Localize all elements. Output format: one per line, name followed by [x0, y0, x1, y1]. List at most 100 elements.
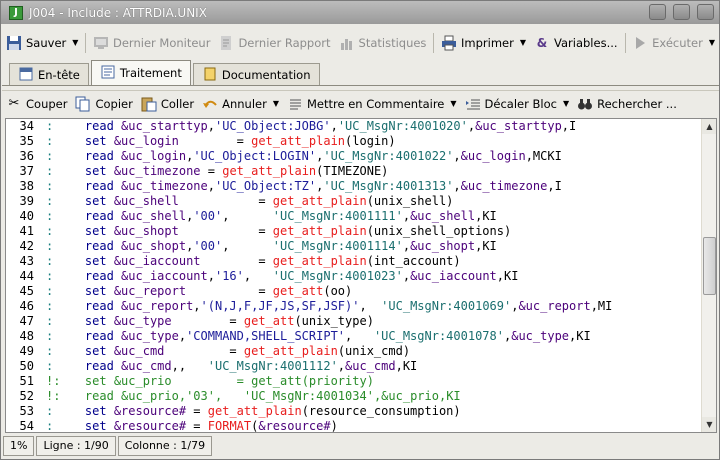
line-marker: : — [46, 194, 54, 208]
code-line[interactable]: 50: read &uc_cmd,, 'UC_MsgNr:4001112',&u… — [6, 359, 701, 374]
column-status: Colonne : 1/79 — [117, 436, 213, 456]
code-line[interactable]: 35: set &uc_login = get_att_plain(login) — [6, 134, 701, 149]
line-number: 38 — [19, 179, 34, 193]
main-toolbar: Sauver ▼ Dernier Moniteur Dernier Rappor… — [2, 29, 719, 56]
print-button[interactable]: Imprimer ▼ — [437, 32, 530, 54]
tab-header[interactable]: En-tête — [9, 63, 89, 85]
line-text: set &resource# = FORMAT(&resource#) — [84, 419, 338, 433]
vertical-scrollbar[interactable]: ▲ ▼ — [701, 119, 716, 432]
line-text: set &uc_iaccount = get_att_plain(int_acc… — [84, 254, 461, 268]
code-line[interactable]: 39: set &uc_shell = get_att_plain(unix_s… — [6, 194, 701, 209]
statistics-button[interactable]: Statistiques — [335, 32, 431, 54]
last-report-button[interactable]: Dernier Rapport — [214, 32, 334, 54]
line-text: read &uc_shopt,'00', 'UC_MsgNr:4001114',… — [84, 239, 497, 253]
code-line[interactable]: 42: read &uc_shopt,'00', 'UC_MsgNr:40011… — [6, 239, 701, 254]
code-line[interactable]: 54: set &resource# = FORMAT(&resource#) — [6, 419, 701, 433]
code-line[interactable]: 53: set &resource# = get_att_plain(resou… — [6, 404, 701, 419]
code-line[interactable]: 44: read &uc_iaccount,'16', 'UC_MsgNr:40… — [6, 269, 701, 284]
chevron-down-icon[interactable]: ▼ — [709, 38, 715, 47]
chevron-down-icon[interactable]: ▼ — [72, 38, 78, 47]
paste-button[interactable]: Coller — [137, 93, 198, 115]
code-line[interactable]: 43: set &uc_iaccount = get_att_plain(int… — [6, 254, 701, 269]
line-number: 42 — [19, 239, 34, 253]
cut-button[interactable]: ✂ Couper — [2, 93, 71, 115]
code-line[interactable]: 34: read &uc_starttyp,'UC_Object:JOBG','… — [6, 119, 701, 134]
minimize-button[interactable] — [649, 4, 666, 20]
line-text: read &uc_login,'UC_Object:LOGIN','UC_Msg… — [84, 149, 562, 163]
close-button[interactable] — [697, 4, 714, 20]
save-button[interactable]: Sauver ▼ — [2, 32, 82, 54]
code-line[interactable]: 47: set &uc_type = get_att(unix_type) — [6, 314, 701, 329]
line-text: read &uc_timezone,'UC_Object:TZ','UC_Msg… — [84, 179, 562, 193]
title-bar[interactable]: J J004 - Include : ATTRDIA.UNIX — [1, 1, 719, 24]
line-text: read &uc_iaccount,'16', 'UC_MsgNr:400102… — [84, 269, 519, 283]
play-icon — [632, 35, 648, 51]
scissors-icon: ✂ — [8, 95, 20, 111]
line-number: 47 — [19, 314, 34, 328]
scroll-up-icon[interactable]: ▲ — [702, 119, 716, 134]
variables-icon: & — [536, 35, 548, 50]
chevron-down-icon[interactable]: ▼ — [520, 38, 526, 47]
toolbar-divider — [624, 32, 626, 53]
statistics-label: Statistiques — [358, 35, 427, 50]
code-line[interactable]: 40: read &uc_shell,'00', 'UC_MsgNr:40011… — [6, 209, 701, 224]
execute-button[interactable]: Exécuter ▼ — [628, 32, 719, 54]
script-editor[interactable]: 34: read &uc_starttyp,'UC_Object:JOBG','… — [5, 118, 717, 433]
line-text: set &resource# = get_att_plain(resource_… — [84, 404, 461, 418]
shift-block-button[interactable]: Décaler Bloc ▼ — [461, 93, 574, 115]
line-number: 35 — [19, 134, 34, 148]
chevron-down-icon[interactable]: ▼ — [563, 99, 569, 108]
comment-button[interactable]: Mettre en Commentaire ▼ — [283, 93, 461, 115]
line-text: set &uc_timezone = get_att_plain(TIMEZON… — [84, 164, 389, 178]
tab-documentation[interactable]: Documentation — [192, 63, 320, 85]
code-line[interactable]: 45: set &uc_report = get_att(oo) — [6, 284, 701, 299]
documentation-icon — [202, 67, 218, 83]
window-title: J004 - Include : ATTRDIA.UNIX — [29, 5, 207, 20]
code-line[interactable]: 48: read &uc_type,'COMMAND,SHELL_SCRIPT'… — [6, 329, 701, 344]
line-number: 49 — [19, 344, 34, 358]
line-text: read &uc_starttyp,'UC_Object:JOBG','UC_M… — [84, 119, 577, 133]
line-number: 52 — [19, 389, 34, 403]
monitor-icon — [93, 35, 109, 51]
indent-icon — [465, 96, 481, 112]
variables-label: Variables... — [554, 35, 618, 50]
scrollbar-thumb[interactable] — [703, 237, 716, 295]
line-number: 51 — [19, 374, 34, 388]
last-monitor-button[interactable]: Dernier Moniteur — [89, 32, 214, 54]
tab-processing[interactable]: Traitement — [90, 60, 191, 85]
chevron-down-icon[interactable]: ▼ — [450, 99, 456, 108]
line-text: read &uc_type,'COMMAND,SHELL_SCRIPT', 'U… — [84, 329, 591, 343]
maximize-button[interactable] — [673, 4, 690, 20]
code-line[interactable]: 51!: set &uc_prio = get_att(priority) — [6, 374, 701, 389]
cut-label: Couper — [26, 96, 68, 111]
code-line[interactable]: 41: set &uc_shopt = get_att_plain(unix_s… — [6, 224, 701, 239]
line-marker: : — [46, 329, 54, 343]
search-button[interactable]: Rechercher ... — [573, 93, 681, 115]
line-text: read &uc_report,'(N,J,F,JF,JS,SF,JSF)', … — [84, 299, 613, 313]
undo-label: Annuler — [222, 96, 267, 111]
line-marker: : — [46, 239, 54, 253]
printer-icon — [441, 35, 457, 51]
code-line[interactable]: 49: set &uc_cmd = get_att_plain(unix_cmd… — [6, 344, 701, 359]
line-number: 46 — [19, 299, 34, 313]
chevron-down-icon[interactable]: ▼ — [273, 99, 279, 108]
undo-icon — [202, 96, 218, 112]
code-line[interactable]: 46: read &uc_report,'(N,J,F,JF,JS,SF,JSF… — [6, 299, 701, 314]
code-area[interactable]: 34: read &uc_starttyp,'UC_Object:JOBG','… — [6, 119, 701, 433]
variables-button[interactable]: & Variables... — [530, 32, 622, 54]
line-marker: : — [46, 209, 54, 223]
code-line[interactable]: 37: set &uc_timezone = get_att_plain(TIM… — [6, 164, 701, 179]
line-text: set &uc_prio = get_att(priority) — [84, 374, 374, 388]
code-line[interactable]: 52!: read &uc_prio,'03', 'UC_MsgNr:40010… — [6, 389, 701, 404]
report-icon — [218, 35, 234, 51]
line-text: read &uc_prio,'03', 'UC_MsgNr:4001034',&… — [84, 389, 461, 403]
copy-button[interactable]: Copier — [71, 93, 136, 115]
line-text: read &uc_cmd,, 'UC_MsgNr:4001112',&uc_cm… — [84, 359, 418, 373]
scroll-down-icon[interactable]: ▼ — [702, 417, 716, 432]
tab-divider — [2, 85, 719, 86]
undo-button[interactable]: Annuler ▼ — [198, 93, 283, 115]
code-line[interactable]: 36: read &uc_login,'UC_Object:LOGIN','UC… — [6, 149, 701, 164]
line-marker: : — [46, 179, 54, 193]
code-line[interactable]: 38: read &uc_timezone,'UC_Object:TZ','UC… — [6, 179, 701, 194]
print-label: Imprimer — [461, 35, 514, 50]
